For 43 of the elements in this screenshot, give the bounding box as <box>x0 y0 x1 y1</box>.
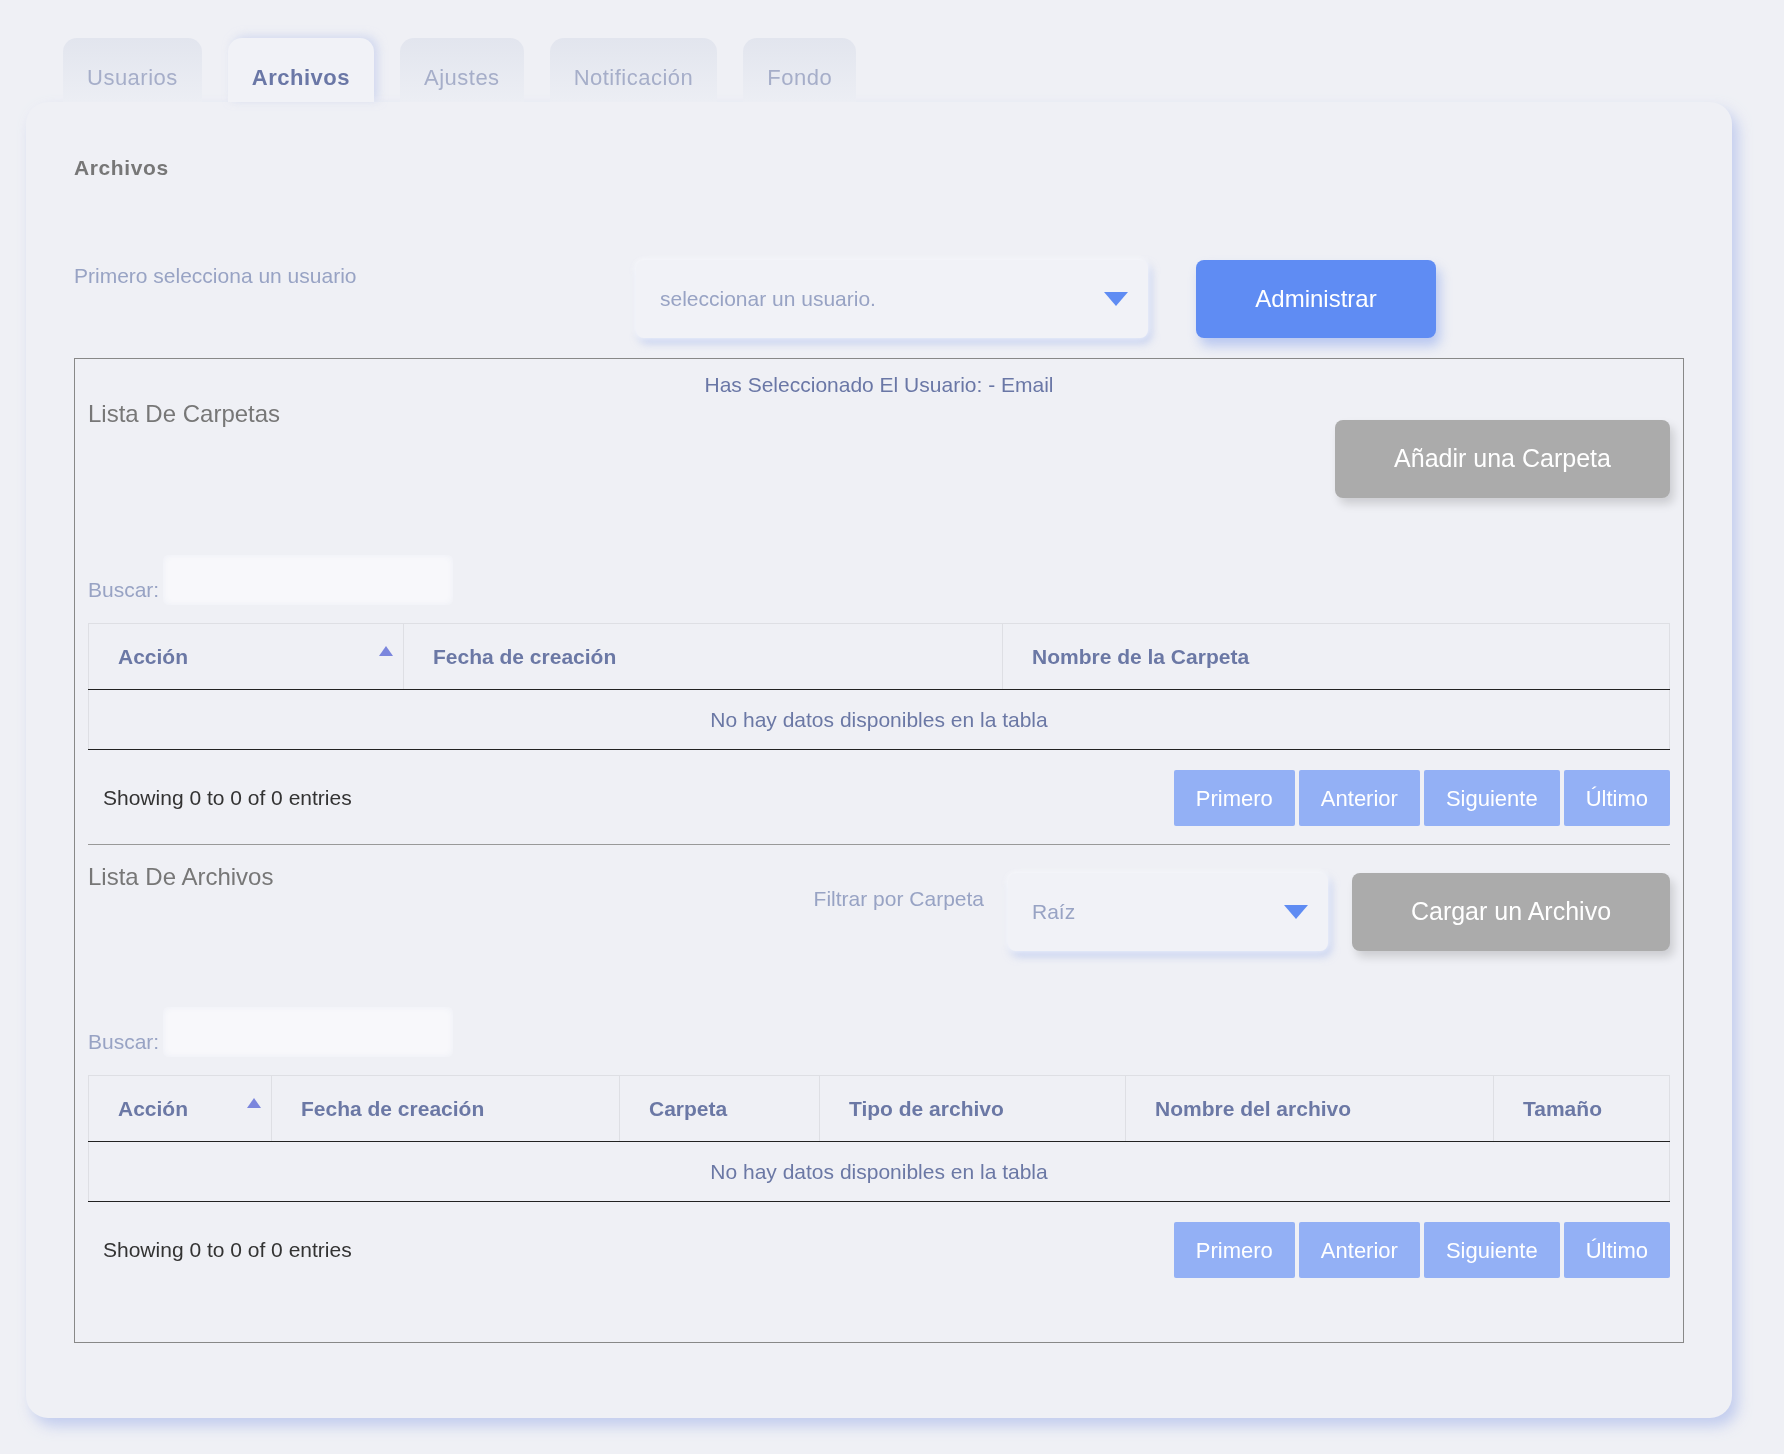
section-title: Lista De Archivos <box>88 862 274 892</box>
column-header[interactable]: Tipo de archivo <box>819 1075 1126 1142</box>
column-header[interactable]: Fecha de creación <box>403 623 1003 690</box>
column-header[interactable]: Acción <box>88 623 404 690</box>
column-header[interactable]: Nombre del archivo <box>1125 1075 1494 1142</box>
empty-table-message: No hay datos disponibles en la tabla <box>88 689 1670 750</box>
pagination-button[interactable]: Siguiente <box>1423 1222 1560 1278</box>
tab[interactable]: Notificación <box>549 38 718 102</box>
dropdown-arrow-icon <box>1284 905 1308 919</box>
column-header[interactable]: Nombre de la Carpeta <box>1002 623 1670 690</box>
search-label: Buscar: <box>88 1028 160 1055</box>
pagination-button[interactable]: Primero <box>1173 1222 1295 1278</box>
upload-file-button[interactable]: Cargar un Archivo <box>1352 873 1670 951</box>
manage-button[interactable]: Administrar <box>1196 259 1436 338</box>
folder-select[interactable]: Raíz <box>1008 873 1328 951</box>
select-value: Raíz <box>1032 899 1076 926</box>
pagination-button[interactable]: Anterior <box>1298 1222 1420 1278</box>
tab[interactable]: Fondo <box>743 38 857 102</box>
tab[interactable]: Archivos <box>227 38 374 102</box>
tab[interactable]: Usuarios <box>63 38 202 102</box>
dropdown-arrow-icon <box>1104 291 1128 306</box>
section-title: Archivos <box>74 155 170 181</box>
pagination-button[interactable]: Anterior <box>1298 770 1420 826</box>
search-label: Buscar: <box>88 576 160 603</box>
column-header[interactable]: Fecha de creación <box>271 1075 620 1142</box>
pagination-button[interactable]: Primero <box>1173 770 1295 826</box>
empty-table-message: No hay datos disponibles en la tabla <box>88 1141 1670 1202</box>
column-header[interactable]: Acción <box>88 1075 272 1142</box>
column-header[interactable]: Tamaño <box>1493 1075 1670 1142</box>
user-select[interactable]: seleccionar un usuario. <box>636 259 1148 338</box>
field-label: Filtrar por Carpeta <box>813 886 984 912</box>
select-value: seleccionar un usuario. <box>660 285 876 312</box>
entries-info: Showing 0 to 0 of 0 entries <box>103 1237 352 1264</box>
section-title: Lista De Carpetas <box>88 399 281 429</box>
pagination-button[interactable]: Último <box>1563 770 1670 826</box>
pagination-button[interactable]: Último <box>1563 1222 1670 1278</box>
column-header[interactable]: Carpeta <box>619 1075 820 1142</box>
entries-info: Showing 0 to 0 of 0 entries <box>103 785 352 812</box>
add-folder-button[interactable]: Añadir una Carpeta <box>1335 420 1670 498</box>
field-label: Primero selecciona un usuario <box>74 262 358 289</box>
pagination-button[interactable]: Siguiente <box>1423 770 1560 826</box>
tab[interactable]: Ajustes <box>399 38 524 102</box>
selected-user-text: Has Seleccionado El Usuario: - Email <box>703 371 1055 398</box>
